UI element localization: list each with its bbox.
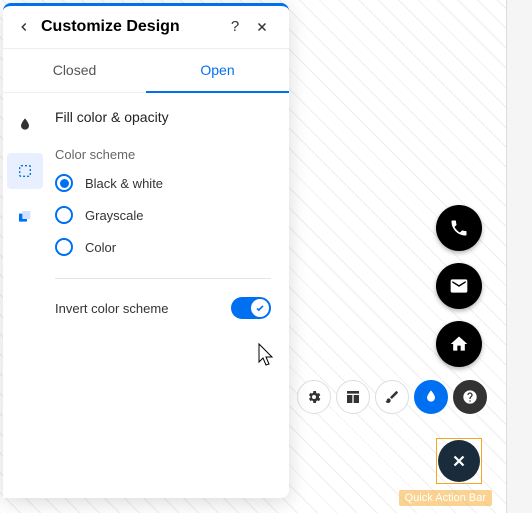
tab-open[interactable]: Open — [146, 49, 289, 93]
layout-icon — [345, 389, 361, 405]
panel-sidebar — [3, 93, 47, 498]
sidebar-layers[interactable] — [7, 199, 43, 235]
fab-close[interactable] — [438, 440, 480, 482]
help-icon: ? — [231, 18, 239, 35]
invert-toggle[interactable] — [231, 297, 271, 319]
option-label: Black & white — [85, 176, 163, 191]
layers-icon — [17, 209, 33, 225]
color-scheme-label: Color scheme — [55, 147, 271, 162]
quick-action-bar-label: Quick Action Bar — [399, 490, 492, 506]
design-tool[interactable] — [375, 380, 409, 414]
email-icon — [449, 276, 469, 296]
option-grayscale[interactable]: Grayscale — [55, 206, 271, 224]
home-icon — [449, 334, 469, 354]
layout-tool[interactable] — [336, 380, 370, 414]
question-icon — [462, 389, 478, 405]
close-icon — [255, 20, 269, 34]
state-tabs: Closed Open — [3, 49, 289, 93]
option-black-white[interactable]: Black & white — [55, 174, 271, 192]
drop-icon — [17, 117, 33, 133]
panel-content: Fill color & opacity Color scheme Black … — [47, 93, 289, 498]
option-color[interactable]: Color — [55, 238, 271, 256]
radio-indicator — [55, 238, 73, 256]
right-gutter — [507, 0, 532, 513]
brush-icon — [384, 389, 400, 405]
fab-phone[interactable] — [436, 205, 482, 251]
selected-element-frame — [436, 438, 482, 484]
phone-icon — [449, 218, 469, 238]
tab-closed[interactable]: Closed — [3, 49, 146, 93]
element-toolbar — [297, 380, 487, 414]
drop-icon — [423, 389, 439, 405]
help-tool[interactable] — [453, 380, 487, 414]
sidebar-fill[interactable] — [7, 107, 43, 143]
help-button[interactable]: ? — [225, 18, 245, 36]
divider — [55, 278, 271, 279]
fill-tool[interactable] — [414, 380, 448, 414]
close-icon — [450, 452, 468, 470]
section-title: Fill color & opacity — [55, 109, 271, 125]
sidebar-selection[interactable] — [7, 153, 43, 189]
selection-icon — [17, 163, 33, 179]
settings-tool[interactable] — [297, 380, 331, 414]
fab-email[interactable] — [436, 263, 482, 309]
toggle-knob — [251, 299, 269, 317]
option-label: Color — [85, 240, 116, 255]
panel-title: Customize Design — [41, 18, 215, 36]
fab-home[interactable] — [436, 321, 482, 367]
gear-icon — [306, 389, 322, 405]
check-icon — [255, 303, 265, 313]
customize-design-panel: Customize Design ? Closed Open Fill colo… — [3, 3, 289, 498]
invert-row: Invert color scheme — [55, 297, 271, 319]
panel-header: Customize Design ? — [3, 6, 289, 49]
floating-action-buttons — [436, 205, 482, 367]
chevron-left-icon — [17, 20, 31, 34]
back-button[interactable] — [17, 20, 31, 34]
close-panel-button[interactable] — [255, 20, 275, 34]
color-scheme-options: Black & white Grayscale Color — [55, 174, 271, 256]
invert-label: Invert color scheme — [55, 301, 168, 316]
radio-indicator — [55, 174, 73, 192]
option-label: Grayscale — [85, 208, 144, 223]
radio-indicator — [55, 206, 73, 224]
